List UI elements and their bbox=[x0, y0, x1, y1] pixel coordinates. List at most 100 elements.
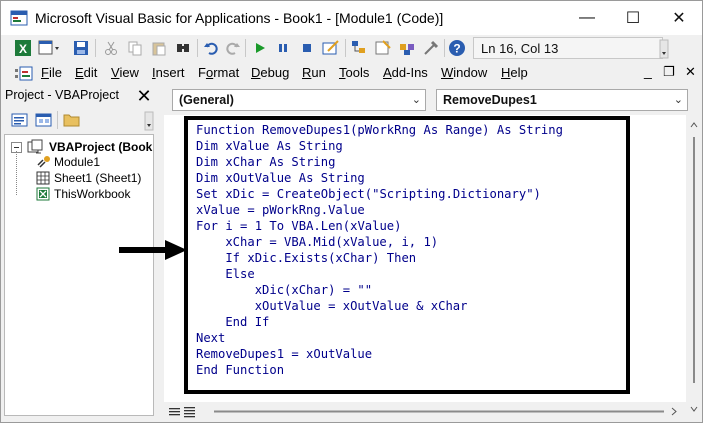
code-line[interactable]: Function RemoveDupes1(pWorkRng As Range)… bbox=[196, 122, 563, 138]
project-pane-close-button[interactable]: ✕ bbox=[134, 85, 154, 107]
window-title: Microsoft Visual Basic for Applications … bbox=[35, 10, 444, 26]
code-token: Function bbox=[196, 123, 263, 137]
code-line[interactable]: Else bbox=[196, 266, 563, 282]
code-line[interactable]: xOutValue = xOutValue & xChar bbox=[196, 298, 563, 314]
code-token: As String bbox=[276, 139, 343, 153]
svg-text:X: X bbox=[19, 42, 27, 56]
tree-item-module1[interactable]: Module1 bbox=[35, 155, 100, 169]
code-editor[interactable]: Function RemoveDupes1(pWorkRng As Range)… bbox=[164, 115, 686, 402]
mdi-minimize-button[interactable]: _ bbox=[644, 63, 652, 79]
toggle-folders-icon[interactable] bbox=[63, 112, 81, 128]
menu-item[interactable]: Help bbox=[501, 65, 528, 80]
object-browser-icon[interactable] bbox=[397, 38, 417, 58]
insert-module-icon[interactable] bbox=[37, 38, 63, 58]
code-token: As String bbox=[298, 171, 365, 185]
save-icon[interactable] bbox=[71, 38, 91, 58]
view-mode-bar bbox=[164, 402, 686, 421]
vertical-scrollbar[interactable] bbox=[686, 115, 702, 421]
code-line[interactable]: Dim xValue As String bbox=[196, 138, 563, 154]
menu-item[interactable]: Insert bbox=[152, 65, 185, 80]
code-token: Else bbox=[196, 267, 255, 281]
mdi-restore-button[interactable]: ❐ bbox=[663, 64, 675, 80]
object-dropdown-value: (General) bbox=[179, 93, 234, 107]
menu-item-label-part: indow bbox=[453, 65, 488, 80]
code-token: xOutValue = xOutValue & xChar bbox=[196, 299, 468, 313]
tree-item-label: Sheet1 (Sheet1) bbox=[54, 171, 142, 185]
full-module-view-icon[interactable] bbox=[183, 405, 197, 423]
code-line[interactable]: xDic(xChar) = "" bbox=[196, 282, 563, 298]
tree-item-label: Module1 bbox=[54, 155, 101, 169]
menu-item-label-part: elp bbox=[510, 65, 528, 80]
menu-item[interactable]: Tools bbox=[339, 65, 369, 80]
menu-item[interactable]: Format bbox=[198, 65, 239, 80]
code-line[interactable]: Set xDic = CreateObject("Scripting.Dicti… bbox=[196, 186, 563, 202]
menu-item-label-part: H bbox=[501, 65, 511, 80]
tree-item-thisworkbook[interactable]: ThisWorkbook bbox=[35, 187, 130, 201]
menu-item-label-part: F bbox=[198, 65, 206, 80]
tree-root[interactable]: VBAProject (Book1 bbox=[11, 139, 154, 155]
properties-icon[interactable] bbox=[373, 38, 393, 58]
horizontal-scrollbar[interactable] bbox=[204, 405, 679, 418]
project-pane-title: Project - VBAProject bbox=[5, 88, 119, 102]
code-highlight-box: Function RemoveDupes1(pWorkRng As Range)… bbox=[184, 116, 630, 394]
view-code-icon[interactable] bbox=[11, 112, 29, 128]
procedure-view-icon[interactable] bbox=[168, 405, 182, 423]
annotation-arrow-icon bbox=[119, 240, 187, 260]
code-line[interactable]: For i = 1 To VBA.Len(xValue) bbox=[196, 218, 563, 234]
code-token: i = 1 bbox=[225, 219, 270, 233]
minimize-button[interactable]: — bbox=[564, 1, 610, 35]
find-icon[interactable] bbox=[173, 38, 193, 58]
tree-root-label: VBAProject (Book1 bbox=[49, 140, 154, 154]
menu-app-icon[interactable] bbox=[15, 66, 33, 82]
code-line[interactable]: Next bbox=[196, 330, 563, 346]
help-icon[interactable]: ? bbox=[447, 38, 467, 58]
code-window: (General) ⌄ RemoveDupes1 ⌄ Function Remo… bbox=[164, 85, 702, 421]
menu-item[interactable]: Debug bbox=[251, 65, 289, 80]
menu-item-label-part: W bbox=[441, 65, 454, 80]
cut-icon[interactable] bbox=[101, 38, 121, 58]
break-icon[interactable] bbox=[273, 38, 293, 58]
project-explorer-icon[interactable] bbox=[349, 38, 369, 58]
code-line[interactable]: End If bbox=[196, 314, 563, 330]
menu-item[interactable]: Run bbox=[302, 65, 326, 80]
menu-item-label-part: un bbox=[311, 65, 326, 80]
copy-icon[interactable] bbox=[125, 38, 145, 58]
view-object-icon[interactable] bbox=[35, 112, 53, 128]
menu-item[interactable]: Edit bbox=[75, 65, 97, 80]
menu-item[interactable]: Add-Ins bbox=[383, 65, 428, 80]
code-line[interactable]: Dim xOutValue As String bbox=[196, 170, 563, 186]
menu-item[interactable]: File bbox=[41, 65, 62, 80]
menu-item[interactable]: View bbox=[111, 65, 139, 80]
code-line[interactable]: xValue = pWorkRng.Value bbox=[196, 202, 563, 218]
undo-icon[interactable] bbox=[201, 38, 221, 58]
code-line[interactable]: Dim xChar As String bbox=[196, 154, 563, 170]
code-token: As bbox=[423, 123, 446, 137]
pane-toolbar-overflow-handle[interactable] bbox=[144, 111, 154, 131]
pane-toolbar-separator bbox=[57, 111, 58, 129]
menu-item-label-part: ools bbox=[345, 65, 370, 80]
code-line[interactable]: RemoveDupes1 = xOutValue bbox=[196, 346, 563, 362]
code-line[interactable]: End Function bbox=[196, 362, 563, 378]
reset-icon[interactable] bbox=[297, 38, 317, 58]
menu-item-label-part: E bbox=[75, 65, 84, 80]
code-text[interactable]: Function RemoveDupes1(pWorkRng As Range)… bbox=[196, 122, 563, 378]
toolbar-overflow-handle[interactable] bbox=[659, 39, 669, 59]
toolbox-icon[interactable] bbox=[421, 38, 441, 58]
menu-item[interactable]: Window bbox=[441, 65, 487, 80]
redo-icon[interactable] bbox=[223, 38, 243, 58]
maximize-button[interactable]: ☐ bbox=[610, 1, 656, 35]
tree-item-sheet1[interactable]: Sheet1 (Sheet1) bbox=[35, 171, 141, 185]
vbaproject-icon bbox=[27, 139, 43, 154]
code-token: xOutValue bbox=[225, 171, 299, 185]
run-icon[interactable] bbox=[250, 38, 270, 58]
object-dropdown[interactable]: (General) ⌄ bbox=[172, 89, 426, 111]
mdi-close-button[interactable]: ✕ bbox=[685, 64, 696, 80]
code-token: As String bbox=[269, 155, 336, 169]
excel-icon[interactable]: X bbox=[13, 38, 33, 58]
procedure-dropdown[interactable]: RemoveDupes1 ⌄ bbox=[436, 89, 688, 111]
design-mode-icon[interactable] bbox=[321, 38, 341, 58]
code-line[interactable]: If xDic.Exists(xChar) Then bbox=[196, 250, 563, 266]
code-line[interactable]: xChar = VBA.Mid(xValue, i, 1) bbox=[196, 234, 563, 250]
close-button[interactable]: ✕ bbox=[656, 1, 702, 35]
paste-icon[interactable] bbox=[149, 38, 169, 58]
